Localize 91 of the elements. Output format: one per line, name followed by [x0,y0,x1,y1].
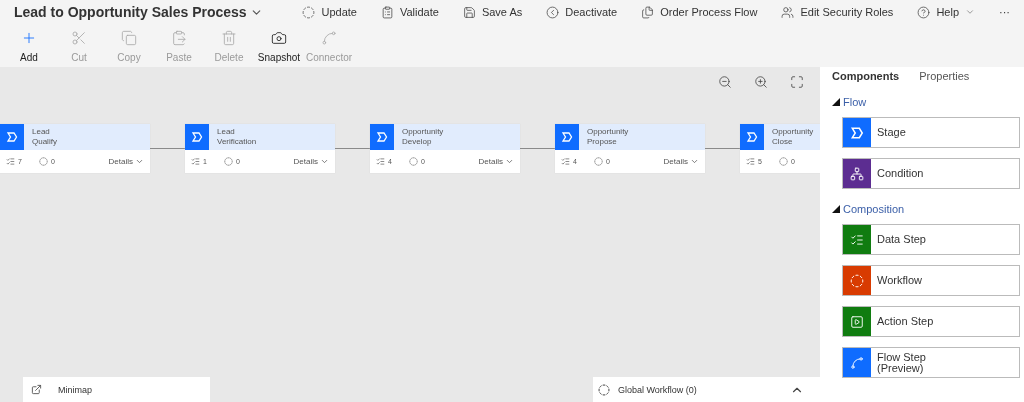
component-label: Flow Step (Preview) [876,351,927,374]
panel-tab[interactable]: Properties [919,70,970,82]
plus-icon [21,30,37,46]
global-workflow-bar[interactable]: Global Workflow (0) [593,377,820,402]
expanded-triangle-icon [832,98,840,106]
chevron-down-icon [320,157,329,166]
dashed-circle-icon [38,157,48,166]
stage-icon [6,131,18,143]
component-item[interactable]: Condition [842,158,1020,189]
play-square-icon [850,314,864,329]
list-icon [850,232,864,247]
circle-chevron-icon [546,5,560,19]
dashed-circle-icon [223,157,233,166]
dashed-circle-icon [593,157,603,166]
save-icon [462,5,476,19]
component-item[interactable]: Flow Step (Preview) [842,347,1020,378]
dashed-circle-icon [302,5,316,19]
panel-tab[interactable]: Components [832,70,900,82]
details-button[interactable]: Details [663,157,699,166]
component-item[interactable]: Workflow [842,265,1020,296]
stage-icon [191,131,203,143]
paste-icon [171,30,187,46]
people-icon [781,5,795,19]
stage-entity: Opportunity [402,127,444,137]
list-icon [561,157,570,166]
zoom-out-icon[interactable] [718,75,732,89]
help-button[interactable]: Help [917,5,975,19]
fit-to-screen-icon[interactable] [790,75,804,89]
copy-icon [121,30,137,46]
chevron-down-icon [690,157,699,166]
deactivate-button[interactable]: Deactivate [546,5,618,19]
details-button[interactable]: Details [108,157,144,166]
stage-name: Verification [217,137,257,147]
component-item[interactable]: Data Step [842,224,1020,255]
connector-icon [850,355,864,370]
help-icon [917,5,931,19]
stage-name: Develop [402,137,433,147]
list-icon [376,157,385,166]
component-label: Action Step [876,316,935,327]
stage-entity: Opportunity [772,127,814,137]
stage-name: Close [772,137,794,147]
update-button[interactable]: Update [302,5,357,19]
stage-entity: Opportunity [587,127,629,137]
stage-icon [376,131,388,143]
dashed-circle-icon [408,157,418,166]
stage-name: Qualify [32,137,57,147]
chevron-down-icon [965,7,975,17]
list-icon [191,157,200,166]
group-header[interactable]: Flow [832,96,1024,108]
stage-name: Propose [587,137,618,147]
dashed-circle-icon [778,157,788,166]
details-button[interactable]: Details [478,157,514,166]
chevron-down-icon [505,157,514,166]
trash-icon [221,30,237,46]
pages-icon [641,5,655,19]
snapshot-button[interactable]: Snapshot [254,30,304,63]
component-item[interactable]: Action Step [842,306,1020,337]
chevron-down-icon [135,157,144,166]
minimap-icon [31,384,42,395]
group-header[interactable]: Composition [832,203,1024,215]
save-as-button[interactable]: Save As [462,5,523,19]
details-button[interactable]: Details [293,157,329,166]
clipboard-icon [380,5,394,19]
component-label: Workflow [876,275,924,286]
component-label: Condition [876,168,925,179]
add-button[interactable]: Add [4,30,54,63]
stage-icon [746,131,758,143]
branch-icon [850,166,864,181]
order-button[interactable]: Order Process Flow [641,5,758,19]
scissors-icon [71,30,87,46]
component-item[interactable]: Stage [842,117,1020,148]
stage-icon [850,125,864,140]
component-label: Data Step [876,234,927,245]
dashed-circle-icon [598,383,610,396]
process-title: Lead to Opportunity Sales Process [14,4,247,20]
more-button[interactable]: ··· [999,6,1010,18]
stage-entity: Lead [32,127,51,137]
minimap-button[interactable]: Minimap [23,377,210,402]
stage-icon [561,131,573,143]
security-button[interactable]: Edit Security Roles [781,5,894,19]
zoom-in-icon[interactable] [754,75,768,89]
camera-icon [271,30,287,46]
stage-entity: Lead [217,127,236,137]
dashed-circle-icon [850,273,864,288]
component-label: Stage [876,127,907,138]
validate-button[interactable]: Validate [380,5,439,19]
expanded-triangle-icon [832,205,840,213]
list-icon [6,157,15,166]
connector-icon [321,30,337,46]
list-icon [746,157,755,166]
global-workflow-label: Global Workflow (0) [618,384,697,395]
